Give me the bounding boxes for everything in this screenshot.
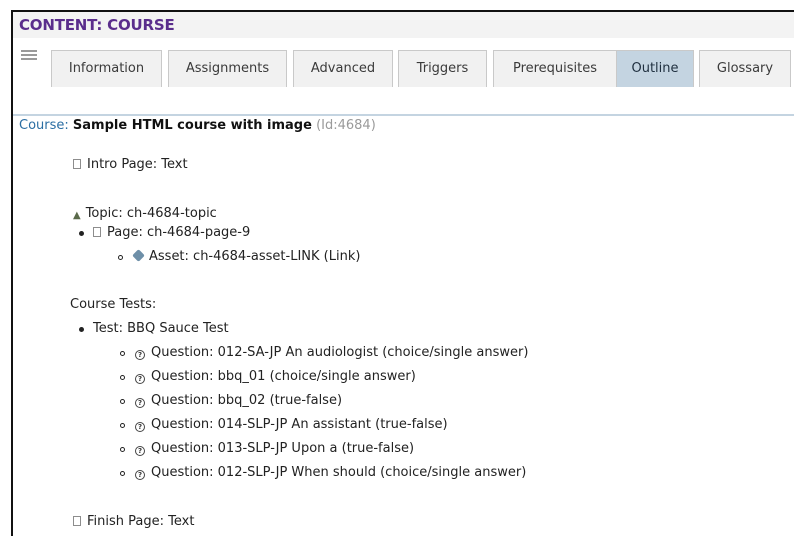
outline-question[interactable]: ? Question: 012-SLP-JP When should (choic…: [135, 465, 526, 480]
question-icon: ?: [135, 350, 145, 360]
list-bullet: [120, 351, 125, 356]
page-icon: [73, 516, 81, 526]
page-icon: [73, 159, 81, 169]
panel-header: CONTENT: COURSE: [13, 12, 794, 39]
outline-page[interactable]: Page: ch-4684-page-9: [93, 225, 250, 240]
list-bullet: [120, 399, 125, 404]
course-tests-heading: Course Tests:: [70, 297, 157, 312]
outline-finish-page[interactable]: Finish Page: Text: [73, 514, 194, 529]
list-bullet: [120, 375, 125, 380]
tab-glossary[interactable]: Glossary: [699, 50, 791, 87]
list-bullet: [120, 471, 125, 476]
tab-prerequisites[interactable]: Prerequisites: [493, 50, 617, 87]
outline-intro-page[interactable]: Intro Page: Text: [73, 157, 188, 172]
outline-question[interactable]: ? Question: 013-SLP-JP Upon a (true-false…: [135, 441, 414, 456]
list-bullet: [120, 447, 125, 452]
tab-information[interactable]: Information: [51, 50, 162, 87]
list-bullet: [118, 255, 123, 260]
question-icon: ?: [135, 422, 145, 432]
question-icon: ?: [135, 446, 145, 456]
course-name: Sample HTML course with image: [72, 118, 312, 133]
list-bullet: [120, 423, 125, 428]
asset-icon: [132, 249, 145, 262]
tab-triggers[interactable]: Triggers: [398, 50, 487, 87]
outline-test[interactable]: Test: BBQ Sauce Test: [93, 321, 229, 336]
page-icon: [93, 227, 101, 237]
outline-question[interactable]: ? Question: 014-SLP-JP An assistant (true…: [135, 417, 448, 432]
outline-content: Course: Sample HTML course with image (I…: [13, 90, 794, 536]
outline-question[interactable]: ? Question: bbq_02 (true-false): [135, 393, 342, 408]
question-icon: ?: [135, 398, 145, 408]
list-bullet: [79, 327, 84, 332]
course-heading: Course: Sample HTML course with image (I…: [19, 118, 376, 133]
tab-bar: Information Assignments Advanced Trigger…: [13, 38, 794, 116]
question-icon: ?: [135, 470, 145, 480]
outline-question[interactable]: ? Question: bbq_01 (choice/single answer): [135, 369, 416, 384]
course-id: (Id:4684): [316, 118, 376, 133]
course-content-panel: CONTENT: COURSE Information Assignments …: [11, 10, 794, 536]
outline-asset[interactable]: Asset: ch-4684-asset-LINK (Link): [132, 249, 360, 264]
tab-advanced[interactable]: Advanced: [293, 50, 393, 87]
topic-icon: ▲: [73, 210, 81, 221]
question-icon: ?: [135, 374, 145, 384]
panel-title: CONTENT: COURSE: [19, 16, 175, 34]
tab-outline[interactable]: Outline: [616, 50, 694, 87]
list-bullet: [79, 231, 84, 236]
tab-assignments[interactable]: Assignments: [168, 50, 287, 87]
outline-question[interactable]: ? Question: 012-SA-JP An audiologist (cho…: [135, 345, 528, 360]
course-label: Course:: [19, 118, 69, 133]
list-menu-icon[interactable]: [21, 48, 37, 64]
outline-topic[interactable]: ▲ Topic: ch-4684-topic: [73, 206, 217, 221]
